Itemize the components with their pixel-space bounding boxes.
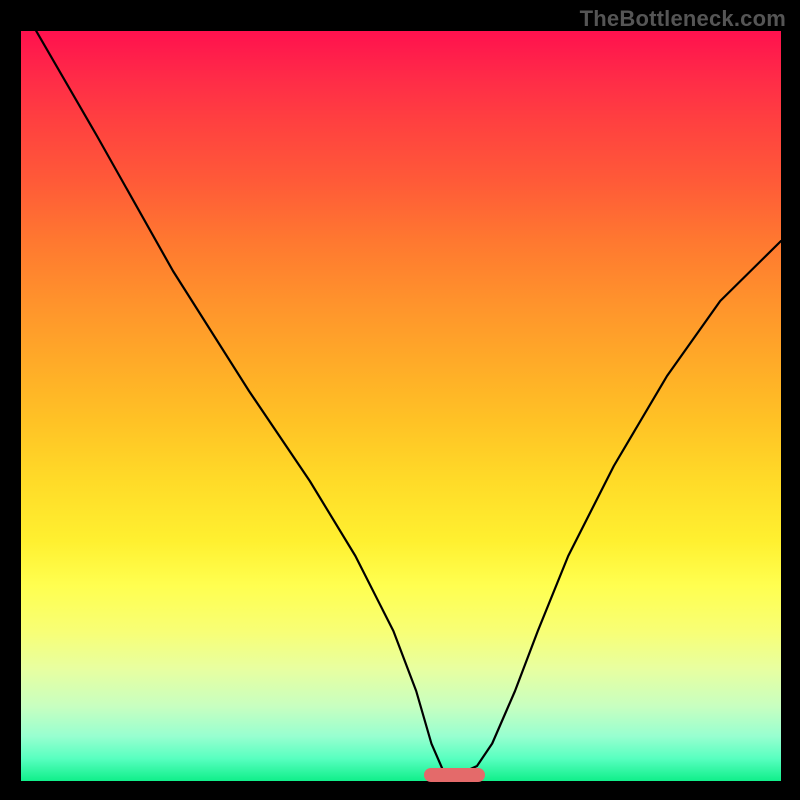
optimal-range-marker bbox=[424, 768, 485, 782]
chart-frame: TheBottleneck.com bbox=[0, 0, 800, 800]
plot-area bbox=[20, 30, 782, 782]
bottleneck-curve bbox=[21, 31, 781, 781]
watermark-label: TheBottleneck.com bbox=[580, 6, 786, 32]
